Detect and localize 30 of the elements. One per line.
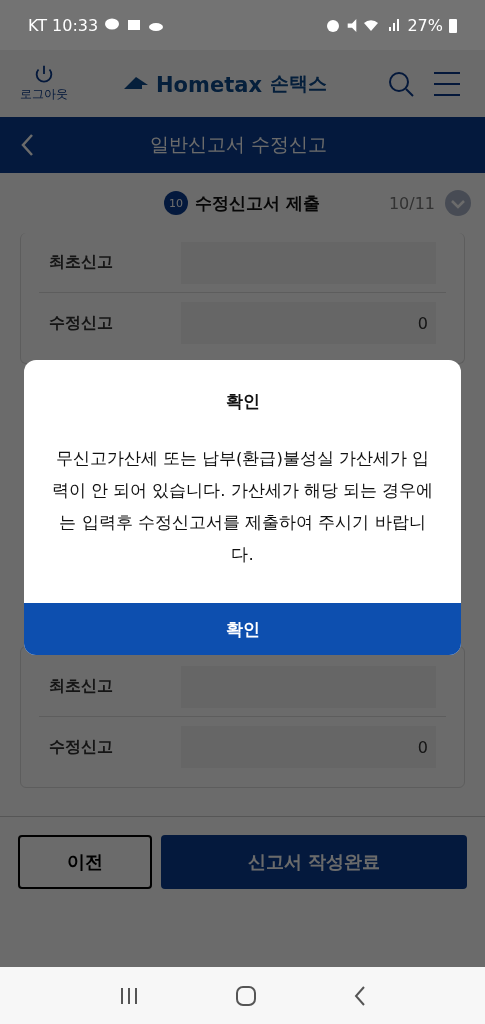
amount-field[interactable]: 0 [181, 302, 436, 344]
back-nav-icon[interactable] [354, 985, 367, 1006]
logo-korean-text: 손택스 [269, 70, 327, 96]
page-title: 일반신고서 수정신고 [148, 132, 328, 157]
battery-icon [449, 17, 457, 33]
dialog-message: 무신고가산세 또는 납부(환급)불성실 가산세가 입력이 안 되어 있습니다. 가산세가 해당 되는 경우에는 입력후 수정신고서를 제출하여 주시기 바랍니다. [51, 448, 434, 566]
submit-button[interactable]: 신고서 작성완료 [161, 835, 467, 889]
step-title: 수정신고서 제출 [195, 191, 321, 215]
search-icon [387, 69, 415, 98]
menu-icon [433, 70, 461, 97]
recent-apps-icon[interactable] [118, 986, 139, 1005]
wifi-icon [363, 17, 380, 33]
logout-button[interactable]: 로그아웃 [20, 64, 68, 103]
row-label: 최초신고 [49, 252, 114, 273]
power-icon [33, 64, 55, 86]
row-label: 최초신고 [49, 676, 114, 697]
previous-button[interactable]: 이전 [18, 835, 152, 889]
carrier-time: KT 10:33 [28, 15, 99, 35]
amount-field[interactable]: 0 [181, 726, 436, 768]
logo-text: Hometax [156, 72, 262, 97]
step-counter: 10/11 [388, 193, 435, 213]
mute-icon [347, 18, 358, 32]
step-number: 10 [164, 191, 188, 215]
battery-percent: 27% [407, 15, 443, 35]
row-label: 수정신고 [49, 736, 114, 758]
back-icon [20, 133, 34, 157]
home-icon[interactable] [236, 985, 257, 1006]
dialog-title: 확인 [224, 390, 261, 413]
row-label: 수정신고 [49, 312, 114, 334]
confirm-button[interactable]: 확인 [24, 603, 461, 655]
